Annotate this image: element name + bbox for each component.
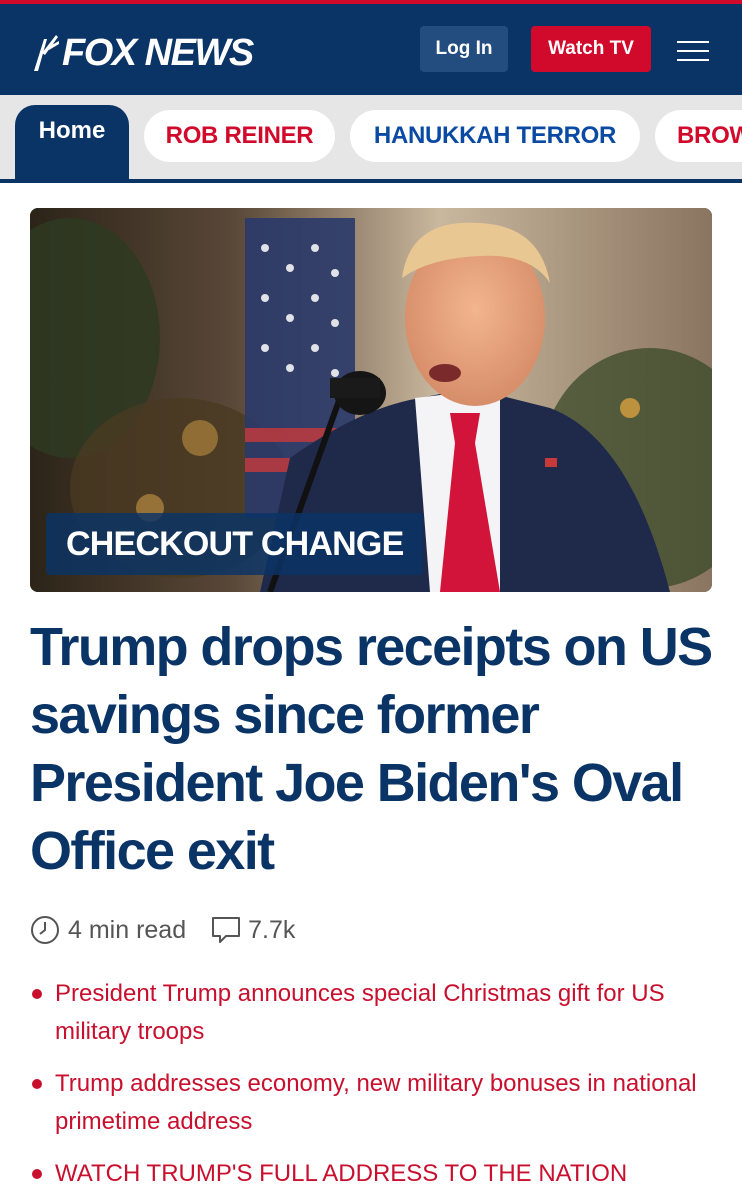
clock-icon [31,916,59,944]
related-link[interactable]: President Trump announces special Christ… [30,975,720,1051]
comment-icon[interactable] [210,915,242,945]
hero-image[interactable]: CHECKOUT CHANGE [30,208,712,592]
nav-item-home[interactable]: Home [15,105,129,179]
section-nav: Home ROB REINER HANUKKAH TERROR BROW [0,95,742,183]
read-time: 4 min read [68,915,187,944]
nav-item-brow[interactable]: BROW [655,110,742,162]
comment-count[interactable]: 7.7k [248,916,295,945]
article-meta: 4 min read 7.7k [30,912,295,948]
fox-logo-mark-icon [34,35,59,71]
bullet-icon [32,1079,42,1089]
related-link[interactable]: Trump addresses economy, new military bo… [30,1065,720,1141]
hamburger-icon[interactable] [677,41,709,61]
article-headline[interactable]: Trump drops receipts on US savings since… [30,613,720,885]
watch-tv-button[interactable]: Watch TV [531,26,651,72]
login-button[interactable]: Log In [420,26,508,72]
logo-wordmark: FOX NEWS [62,31,254,74]
nav-item-hanukkah-terror[interactable]: HANUKKAH TERROR [350,110,640,162]
related-link[interactable]: WATCH TRUMP'S FULL ADDRESS TO THE NATION [30,1155,720,1193]
hero-category-badge: CHECKOUT CHANGE [46,513,424,575]
fox-news-logo[interactable]: FOX NEWS [30,30,254,76]
bullet-icon [32,989,42,999]
bullet-icon [32,1169,42,1179]
nav-item-rob-reiner[interactable]: ROB REINER [144,110,335,162]
related-links-list: President Trump announces special Christ… [30,975,720,1200]
site-header: FOX NEWS Log In Watch TV [0,0,742,95]
